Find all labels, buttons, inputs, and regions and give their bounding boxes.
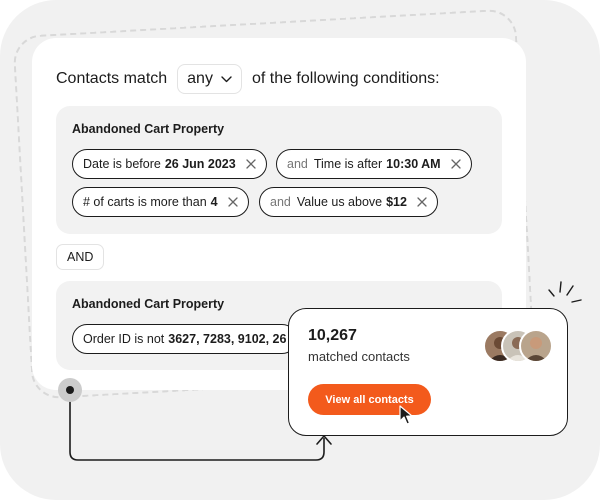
matched-count-label: matched contacts — [308, 349, 410, 364]
avatar-stack — [483, 329, 553, 363]
canvas-backdrop: Contacts match any of the following cond… — [0, 0, 600, 500]
avatar — [519, 329, 553, 363]
person-icon — [525, 337, 547, 361]
matched-count: 10,267 — [308, 327, 357, 344]
matched-contacts-popup: 10,267 matched contacts View all contact… — [288, 308, 568, 436]
connector-handle[interactable] — [58, 378, 82, 402]
sparkle-icon — [548, 281, 582, 303]
cursor-arrow-icon — [399, 405, 413, 425]
